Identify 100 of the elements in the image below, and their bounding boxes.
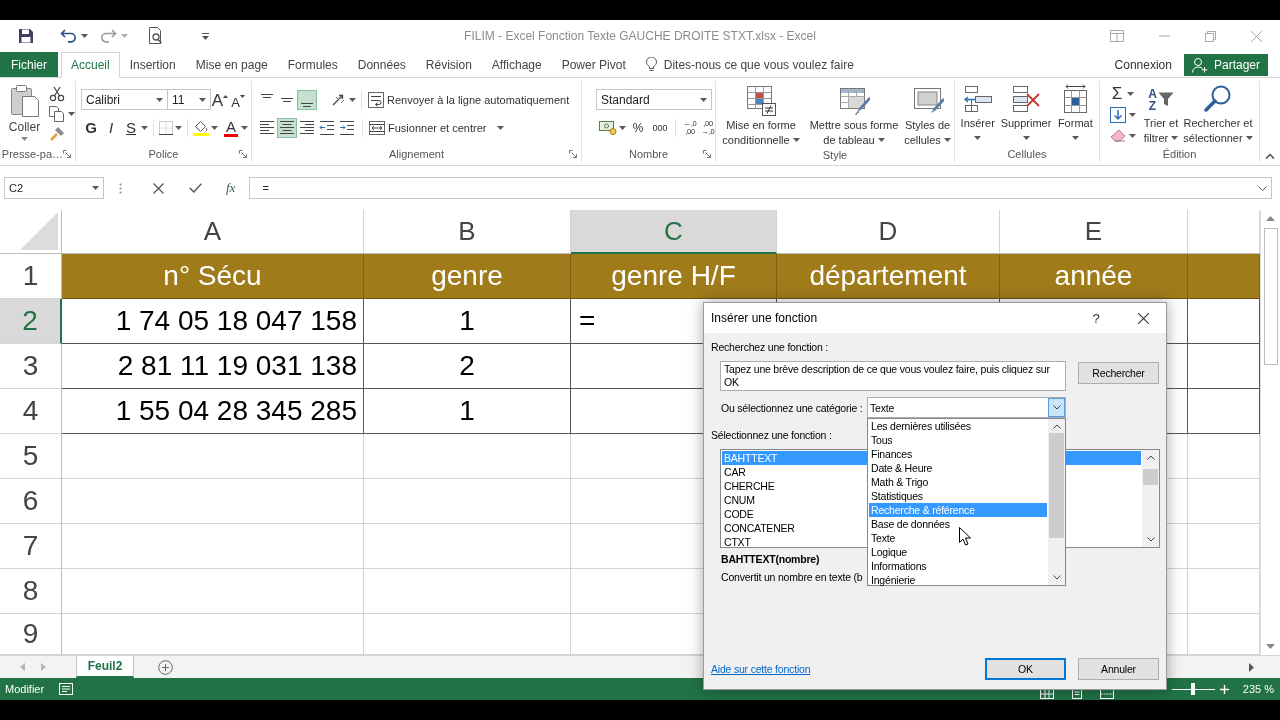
name-box[interactable]: C2 (4, 177, 104, 199)
expand-caret-icon[interactable] (1258, 185, 1267, 191)
scrollbar[interactable] (1048, 419, 1065, 585)
eraser-icon[interactable] (1110, 128, 1126, 143)
ribbon-tab[interactable]: Power Pivot (551, 52, 636, 77)
add-sheet-icon[interactable] (158, 659, 173, 675)
scroll-up-icon[interactable] (1266, 216, 1275, 221)
zoom-slider-thumb[interactable] (1191, 683, 1196, 695)
help-button[interactable]: ? (1086, 310, 1106, 326)
merge-center-button[interactable]: Fusionner et centrer (369, 117, 505, 138)
ribbon-tab[interactable]: Mise en page (185, 52, 278, 77)
number-format-field[interactable]: Standard (596, 89, 712, 110)
percent-button[interactable]: % (629, 117, 647, 138)
category-option[interactable]: Ingénierie (869, 573, 1047, 587)
ribbon-tab[interactable]: Formules (277, 52, 348, 77)
decrease-font-size-button[interactable]: A (229, 89, 247, 110)
category-option[interactable]: Finances (869, 447, 1047, 461)
category-option[interactable]: Informations (869, 559, 1047, 573)
print-preview-icon[interactable] (148, 27, 164, 45)
increase-font-size-button[interactable]: A (211, 89, 229, 110)
scroll-right-icon[interactable] (1249, 662, 1254, 672)
row-header[interactable]: 4 (0, 389, 62, 434)
font-name-field[interactable]: Calibri (81, 89, 168, 110)
save-icon[interactable] (18, 28, 34, 44)
caret-icon[interactable] (1127, 91, 1134, 96)
row-header[interactable]: 5 (0, 434, 62, 479)
autosum-button[interactable]: Σ (1110, 85, 1124, 102)
dialog-launcher-icon[interactable] (569, 150, 577, 158)
scrollbar-thumb[interactable] (1049, 433, 1064, 538)
chevron-down-icon[interactable] (1146, 537, 1155, 542)
category-dropdown[interactable]: Texte (867, 397, 1066, 418)
align-bottom-button[interactable] (297, 89, 317, 110)
caret-icon[interactable] (619, 125, 626, 130)
page-break-view-icon[interactable] (1099, 689, 1114, 699)
font-size-field[interactable]: 11 (168, 89, 211, 110)
category-option[interactable]: Logique (869, 545, 1047, 559)
row-header[interactable]: 8 (0, 569, 62, 614)
ribbon-tab[interactable]: Données (347, 52, 416, 77)
search-field[interactable]: Tapez une brève description de ce que vous voulez faire, puis cliquez sur OK (720, 361, 1066, 391)
paint-bucket-icon[interactable] (193, 119, 209, 136)
wrap-text-button[interactable]: Renvoyer à la ligne automatiquement (368, 89, 570, 110)
dialog-launcher-icon[interactable] (63, 150, 71, 158)
undo-icon[interactable] (60, 29, 77, 43)
font-color-button[interactable]: A (223, 117, 239, 138)
tell-me-field[interactable]: Dites-nous ce que vous voulez faire (645, 52, 854, 77)
category-option[interactable]: Texte (869, 531, 1047, 545)
help-link[interactable]: Aide sur cette fonction (711, 663, 811, 675)
ribbon-tab[interactable]: Révision (415, 52, 482, 77)
zoom-level[interactable]: 235 % (1242, 683, 1274, 695)
search-button[interactable]: Rechercher (1078, 362, 1159, 384)
scrollbar-thumb[interactable] (1263, 228, 1278, 365)
caret-icon[interactable] (241, 125, 248, 130)
category-option[interactable]: Date & Heure (869, 461, 1047, 475)
underline-button[interactable]: S (121, 117, 141, 138)
caret-icon[interactable] (175, 125, 182, 130)
category-option[interactable]: Tous (869, 433, 1047, 447)
border-icon[interactable] (159, 120, 173, 135)
cell-styles-button[interactable]: Styles de cellules (903, 81, 952, 148)
sort-filter-button[interactable]: A Z Trier et filtrer (1140, 81, 1182, 146)
format-as-table-button[interactable]: Mettre sous forme de tableau (805, 81, 903, 148)
row-header[interactable]: 3 (0, 344, 62, 389)
sign-in-link[interactable]: Connexion (1114, 52, 1172, 77)
scrollbar[interactable] (1142, 450, 1159, 547)
caret-icon[interactable] (1129, 133, 1136, 138)
sheet-tab[interactable]: Feuil2 (76, 656, 134, 678)
scroll-down-icon[interactable] (1266, 644, 1275, 649)
copy-icon[interactable] (49, 106, 65, 122)
vertical-dots-icon[interactable] (119, 182, 122, 194)
page-layout-icon[interactable] (1071, 689, 1082, 699)
normal-view-icon[interactable] (1039, 689, 1054, 699)
category-option[interactable]: Math & Trigo (869, 475, 1047, 489)
fill-down-icon[interactable] (1110, 106, 1126, 123)
row-header[interactable]: 7 (0, 524, 62, 569)
caret-icon[interactable] (68, 112, 75, 116)
italic-button[interactable]: I (101, 117, 121, 138)
format-button[interactable]: Format (1054, 81, 1096, 146)
dialog-launcher-icon[interactable] (239, 150, 247, 158)
cancel-button[interactable]: Annuler (1078, 658, 1159, 680)
caret-icon[interactable] (349, 97, 356, 102)
align-center-button[interactable] (277, 117, 297, 138)
category-option[interactable]: Base de données (869, 517, 1047, 531)
chevron-up-icon[interactable] (1146, 455, 1155, 460)
collapse-ribbon-icon[interactable] (1265, 153, 1275, 159)
delete-button[interactable]: Supprimer (997, 81, 1055, 146)
caret-icon[interactable] (1129, 112, 1136, 117)
cancel-icon[interactable] (153, 182, 164, 194)
paintbrush-icon[interactable] (49, 126, 65, 142)
row-header[interactable]: 2 (0, 299, 62, 344)
ribbon-tab[interactable]: Accueil (61, 52, 120, 78)
insert-function-button[interactable]: fx (226, 180, 236, 196)
share-button[interactable]: Partager (1183, 54, 1268, 76)
category-option[interactable]: Les dernières utilisées (869, 419, 1047, 433)
chevron-up-icon[interactable] (1052, 424, 1061, 429)
ribbon-tab[interactable]: Affichage (481, 52, 552, 77)
paste-button[interactable]: Coller (4, 81, 45, 146)
row-header[interactable]: 6 (0, 479, 62, 524)
customize-toolbar-icon[interactable] (202, 32, 209, 40)
category-option[interactable]: Statistiques (869, 489, 1047, 503)
dialog-launcher-icon[interactable] (703, 150, 711, 158)
scissors-icon[interactable] (49, 86, 65, 102)
